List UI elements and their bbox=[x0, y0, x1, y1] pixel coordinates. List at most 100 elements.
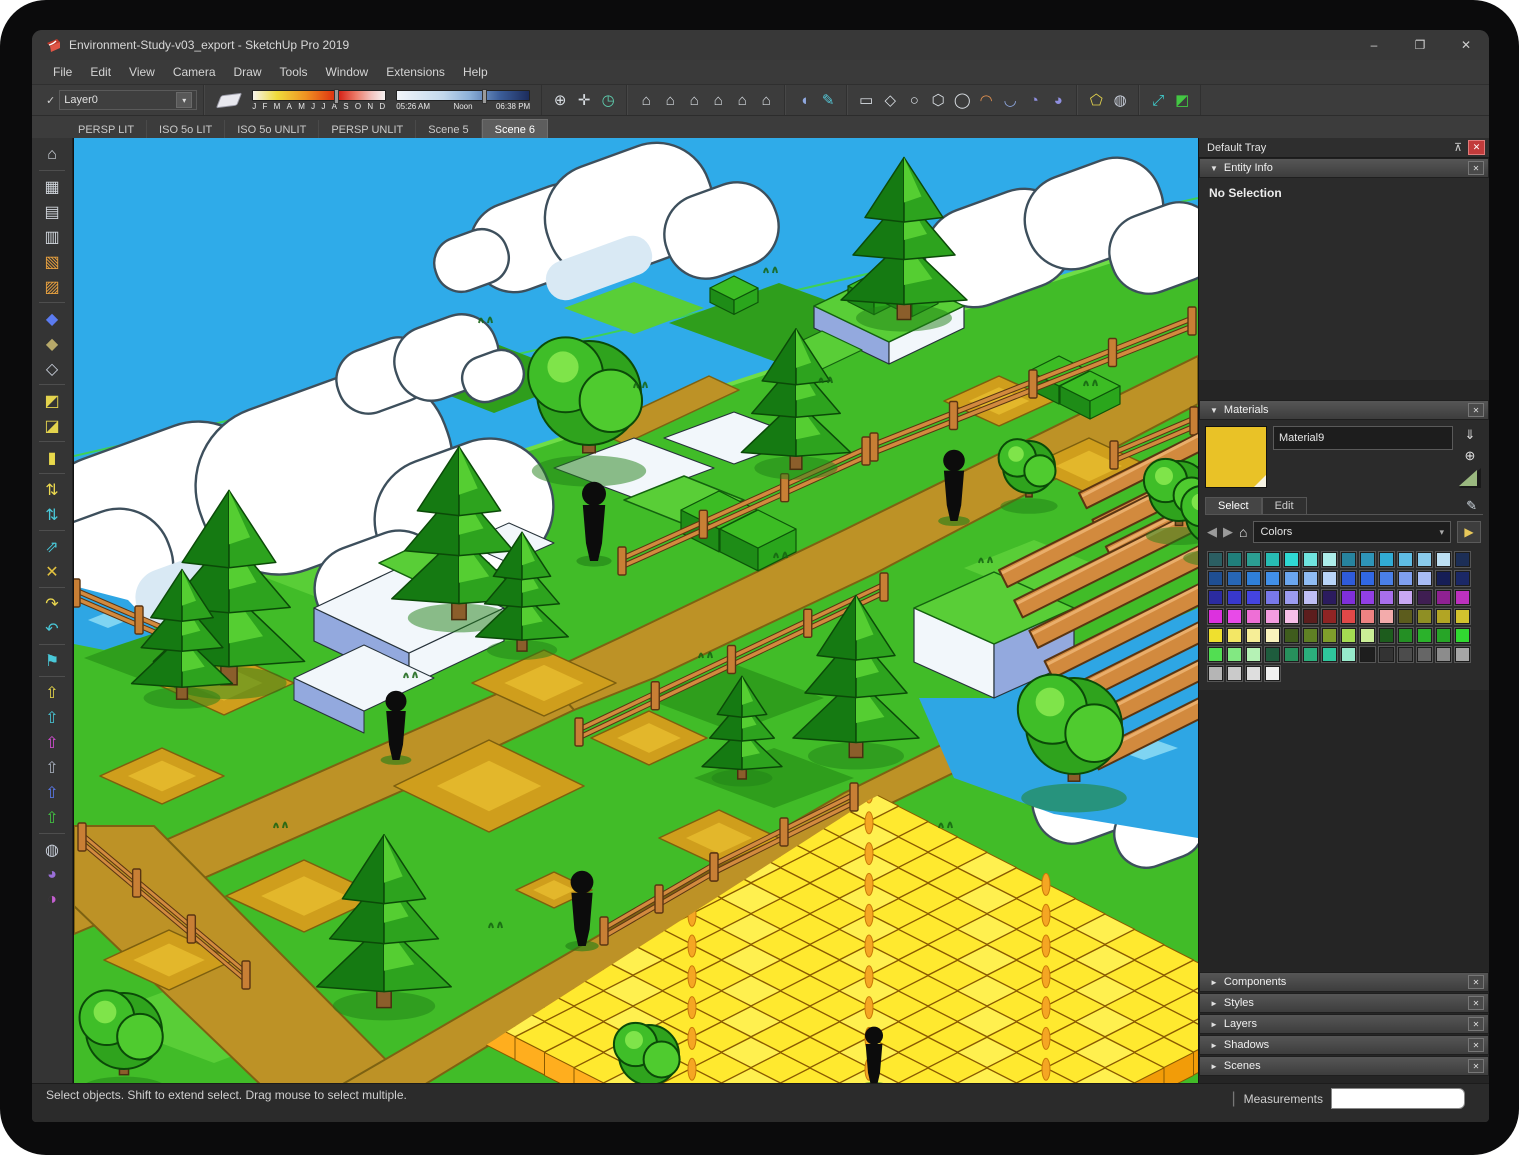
sphere-facet-icon[interactable]: ◑ bbox=[38, 887, 66, 912]
color-swatch-r4c3[interactable] bbox=[1264, 627, 1281, 644]
color-swatch-r1c6[interactable] bbox=[1321, 570, 1338, 587]
sphere-bag-icon[interactable]: ◕ bbox=[38, 862, 66, 887]
color-swatch-r5c11[interactable] bbox=[1416, 646, 1433, 663]
ellipse-tool-icon[interactable]: ◯ bbox=[950, 89, 974, 111]
material-preview-swatch[interactable] bbox=[1205, 426, 1267, 488]
color-swatch-r3c4[interactable] bbox=[1283, 608, 1300, 625]
extrude-yellow-icon[interactable]: ⇧ bbox=[38, 680, 66, 705]
rectangle-tool-icon[interactable]: ▭ bbox=[854, 89, 878, 111]
color-swatch-r4c4[interactable] bbox=[1283, 627, 1300, 644]
entity-info-close-icon[interactable]: ✕ bbox=[1468, 161, 1484, 175]
collapse-arrow-icon[interactable]: ▼ bbox=[1210, 164, 1218, 173]
collapse-arrow-icon[interactable]: ▼ bbox=[1210, 406, 1218, 415]
stretch-diagonal-icon[interactable]: ⇗ bbox=[38, 534, 66, 559]
materials-tab-edit[interactable]: Edit bbox=[1262, 497, 1307, 514]
column-tool-icon[interactable]: ▮ bbox=[38, 445, 66, 470]
view-front-icon[interactable]: ⌂ bbox=[682, 89, 706, 111]
color-swatch-r0c0[interactable] bbox=[1207, 551, 1224, 568]
entity-info-header[interactable]: ▼ Entity Info ✕ bbox=[1199, 158, 1489, 178]
color-swatch-r5c5[interactable] bbox=[1302, 646, 1319, 663]
color-swatch-r4c6[interactable] bbox=[1321, 627, 1338, 644]
color-swatch-r4c5[interactable] bbox=[1302, 627, 1319, 644]
home-icon[interactable]: ⌂ bbox=[1239, 524, 1247, 540]
color-swatch-r6c2[interactable] bbox=[1245, 665, 1262, 682]
expand-arrow-icon[interactable]: ► bbox=[1210, 1062, 1218, 1071]
color-swatch-r5c10[interactable] bbox=[1397, 646, 1414, 663]
sphere-wire-icon[interactable]: ◍ bbox=[38, 837, 66, 862]
color-swatch-r5c0[interactable] bbox=[1207, 646, 1224, 663]
color-swatch-r4c13[interactable] bbox=[1454, 627, 1471, 644]
section-close-icon[interactable]: ✕ bbox=[1468, 996, 1484, 1010]
section-close-icon[interactable]: ✕ bbox=[1468, 1038, 1484, 1052]
two-point-arc-tool-icon[interactable]: ◡ bbox=[998, 89, 1022, 111]
wire-box-icon[interactable]: ◇ bbox=[38, 356, 66, 381]
scale-tool-icon[interactable]: ⤢ bbox=[1146, 89, 1170, 111]
menu-camera[interactable]: Camera bbox=[164, 62, 225, 82]
edit-component-icon[interactable]: ▦ bbox=[38, 174, 66, 199]
sector-tool-icon[interactable]: ◕ bbox=[1046, 89, 1070, 111]
freehand-polygon-tool-icon[interactable]: ⬠ bbox=[1084, 89, 1108, 111]
color-swatch-r0c11[interactable] bbox=[1416, 551, 1433, 568]
view-left-icon[interactable]: ⌂ bbox=[754, 89, 778, 111]
color-swatch-r1c0[interactable] bbox=[1207, 570, 1224, 587]
sample-paint-icon[interactable]: ✎ bbox=[1466, 498, 1483, 514]
color-swatch-r0c9[interactable] bbox=[1378, 551, 1395, 568]
walk-tool-icon[interactable]: ✎ bbox=[816, 89, 840, 111]
shadow-toggle-icon[interactable] bbox=[216, 92, 242, 108]
color-swatch-r1c12[interactable] bbox=[1435, 570, 1452, 587]
materials-close-icon[interactable]: ✕ bbox=[1468, 403, 1484, 417]
rotated-rectangle-tool-icon[interactable]: ◇ bbox=[878, 89, 902, 111]
scene-tab-iso-5o-lit[interactable]: ISO 5o LIT bbox=[147, 120, 225, 140]
pinch-tool-icon[interactable]: ✕ bbox=[38, 559, 66, 584]
view-iso-icon[interactable]: ⌂ bbox=[634, 89, 658, 111]
color-swatch-r2c10[interactable] bbox=[1397, 589, 1414, 606]
chevron-down-icon[interactable]: ▾ bbox=[176, 92, 192, 108]
color-swatch-r2c9[interactable] bbox=[1378, 589, 1395, 606]
color-swatch-r0c10[interactable] bbox=[1397, 551, 1414, 568]
pin-icon[interactable]: ⊼ bbox=[1454, 141, 1462, 154]
color-swatch-r3c10[interactable] bbox=[1397, 608, 1414, 625]
section-components[interactable]: ►Components✕ bbox=[1199, 972, 1489, 992]
section-styles[interactable]: ►Styles✕ bbox=[1199, 993, 1489, 1013]
color-swatch-r5c13[interactable] bbox=[1454, 646, 1471, 663]
expand-arrow-icon[interactable]: ► bbox=[1210, 1020, 1218, 1029]
tray-close-icon[interactable]: ✕ bbox=[1468, 140, 1485, 155]
color-swatch-r4c0[interactable] bbox=[1207, 627, 1224, 644]
shadow-date-slider[interactable]: JFMAMJJASOND bbox=[252, 90, 386, 111]
color-swatch-r2c8[interactable] bbox=[1359, 589, 1376, 606]
color-swatch-r3c12[interactable] bbox=[1435, 608, 1452, 625]
color-swatch-r2c12[interactable] bbox=[1435, 589, 1452, 606]
section-scenes[interactable]: ►Scenes✕ bbox=[1199, 1056, 1489, 1076]
color-swatch-r1c9[interactable] bbox=[1378, 570, 1395, 587]
color-swatch-r2c1[interactable] bbox=[1226, 589, 1243, 606]
forward-arrow-icon[interactable]: ▶ bbox=[1223, 524, 1233, 540]
section-shadows[interactable]: ►Shadows✕ bbox=[1199, 1035, 1489, 1055]
menu-view[interactable]: View bbox=[120, 62, 164, 82]
color-swatch-r4c11[interactable] bbox=[1416, 627, 1433, 644]
color-swatch-r1c1[interactable] bbox=[1226, 570, 1243, 587]
color-swatch-r0c6[interactable] bbox=[1321, 551, 1338, 568]
menu-edit[interactable]: Edit bbox=[81, 62, 120, 82]
color-swatch-r1c10[interactable] bbox=[1397, 570, 1414, 587]
viewport-canvas[interactable] bbox=[73, 138, 1198, 1088]
extrude-blue-icon[interactable]: ⇧ bbox=[38, 780, 66, 805]
color-swatch-r4c12[interactable] bbox=[1435, 627, 1452, 644]
annotate-component-icon[interactable]: ▥ bbox=[38, 224, 66, 249]
color-swatch-r2c11[interactable] bbox=[1416, 589, 1433, 606]
color-swatch-r1c3[interactable] bbox=[1264, 570, 1281, 587]
color-swatch-r0c1[interactable] bbox=[1226, 551, 1243, 568]
color-swatch-r0c4[interactable] bbox=[1283, 551, 1300, 568]
create-material-icon[interactable]: ⊕ bbox=[1460, 447, 1480, 465]
color-swatch-r6c0[interactable] bbox=[1207, 665, 1224, 682]
paint-component-icon[interactable]: ▧ bbox=[38, 249, 66, 274]
color-swatch-r5c9[interactable] bbox=[1378, 646, 1395, 663]
color-swatch-r5c2[interactable] bbox=[1245, 646, 1262, 663]
color-swatch-r3c2[interactable] bbox=[1245, 608, 1262, 625]
layer-visible-check[interactable]: ✓ bbox=[46, 94, 55, 107]
extrude-cyan-icon[interactable]: ⇧ bbox=[38, 705, 66, 730]
smoove-tool-icon[interactable]: ◍ bbox=[1108, 89, 1132, 111]
back-arrow-icon[interactable]: ◀ bbox=[1207, 524, 1217, 540]
collection-dropdown[interactable]: Colors ▾ bbox=[1253, 521, 1451, 543]
color-swatch-r0c5[interactable] bbox=[1302, 551, 1319, 568]
date-slider-handle[interactable] bbox=[334, 89, 339, 104]
